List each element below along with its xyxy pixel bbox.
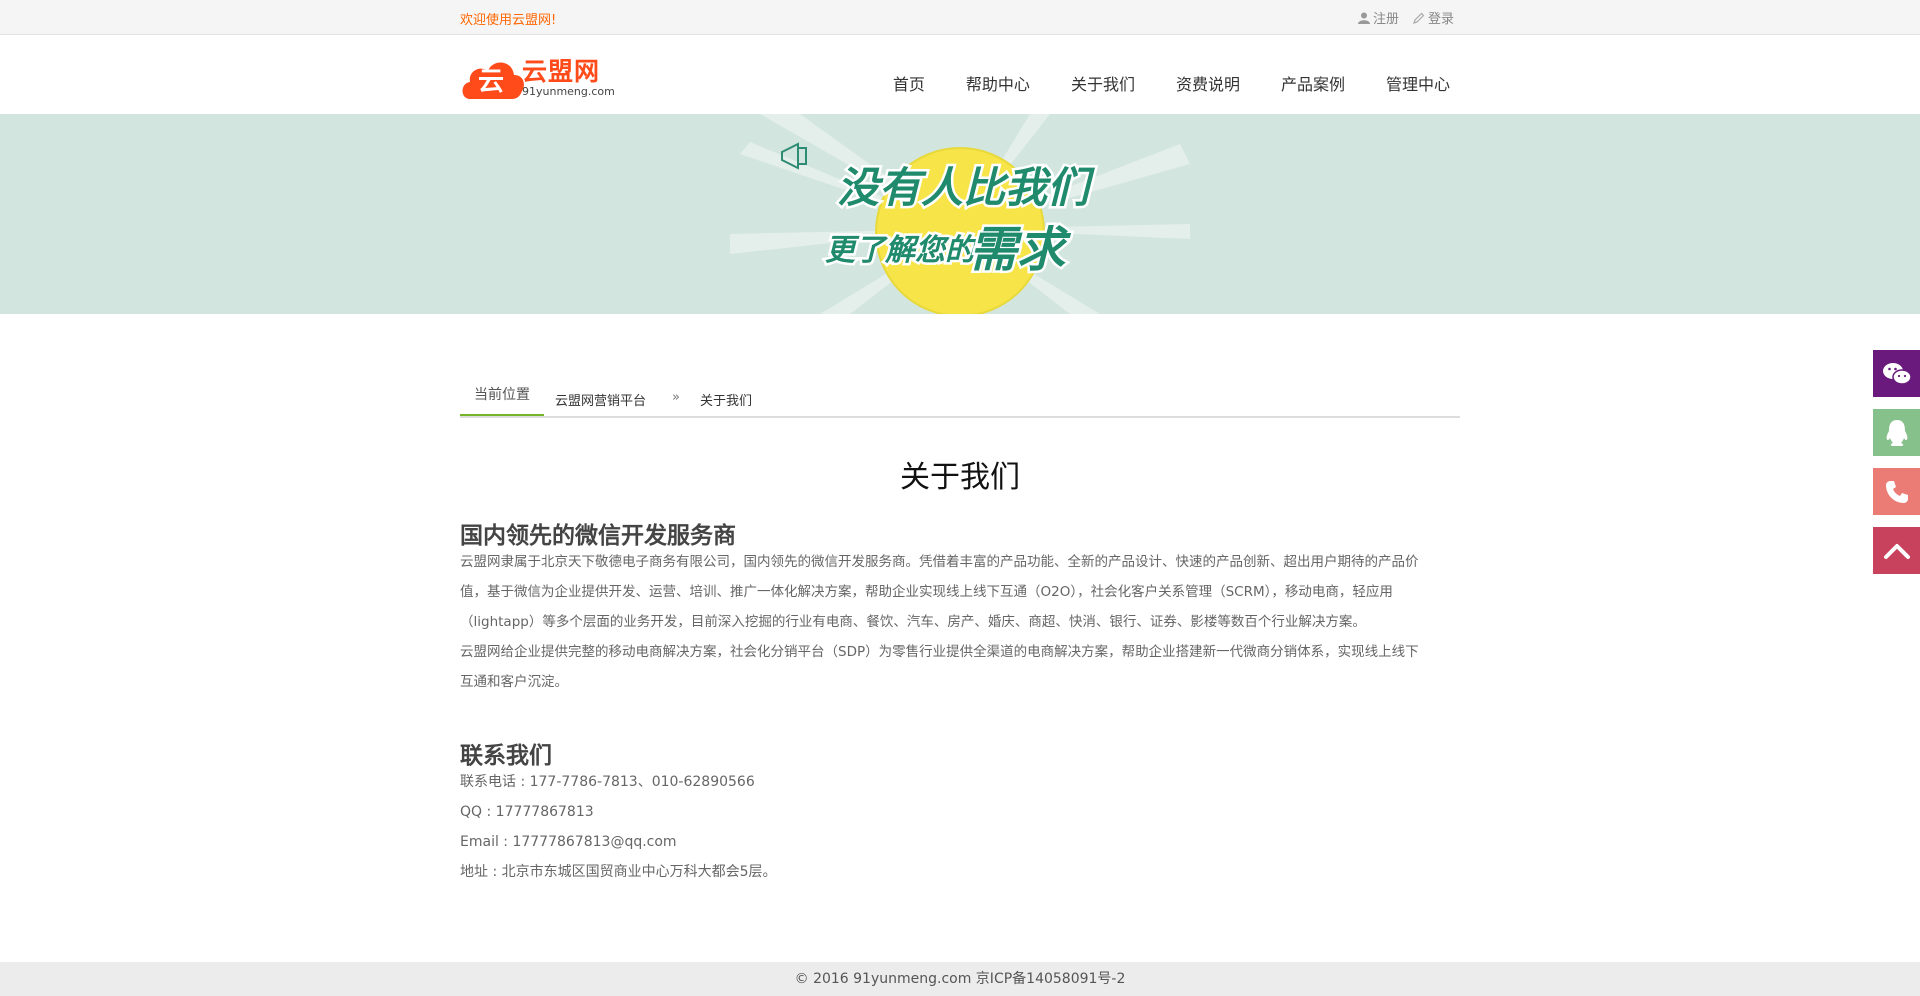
intro-line-3: （lightapp）等多个层面的业务开发，目前深入挖掘的行业有电商、餐饮、汽车、…: [460, 614, 1366, 630]
wechat-icon: [1882, 362, 1912, 385]
banner-line2b: 需求: [969, 222, 1072, 278]
contact-phone: 联系电话 : 177-7786-7813、010-62890566: [460, 774, 755, 790]
cloud-logo-icon: 云: [460, 55, 526, 99]
banner-art: 没有人比我们 更了解您的 需求: [730, 114, 1190, 314]
hero-banner: 没有人比我们 更了解您的 需求: [0, 114, 1920, 314]
contact-email: Email : 17777867813@qq.com: [460, 834, 677, 850]
intro-line-1: 云盟网隶属于北京天下敬德电子商务有限公司，国内领先的微信开发服务商。凭借着丰富的…: [460, 554, 1419, 570]
login-link[interactable]: 登录: [1413, 8, 1454, 27]
breadcrumb-separator: »: [672, 390, 680, 405]
register-label: 注册: [1372, 12, 1399, 27]
top-links: 注册 登录: [1357, 8, 1454, 27]
side-back-to-top-button[interactable]: [1873, 527, 1920, 574]
section-heading-contact: 联系我们: [460, 743, 552, 769]
contact-info: 联系电话 : 177-7786-7813、010-62890566 QQ : 1…: [460, 767, 1460, 887]
back-to-top-icon: [1883, 543, 1910, 559]
logo-domain: 91yunmeng.com: [522, 84, 615, 98]
contact-qq: QQ : 17777867813: [460, 804, 594, 820]
qq-icon: [1886, 419, 1907, 446]
phone-icon: [1885, 480, 1908, 503]
welcome-text: 欢迎使用云盟网!: [460, 13, 557, 28]
intro-line-2: 值，基于微信为企业提供开发、运营、培训、推广一体化解决方案，帮助企业实现线上线下…: [460, 584, 1393, 600]
breadcrumb-current: 关于我们: [700, 394, 753, 409]
register-link[interactable]: 注册: [1357, 8, 1399, 27]
user-icon: [1357, 12, 1370, 24]
contact-address: 地址 : 北京市东城区国贸商业中心万科大都会5层。: [460, 864, 777, 880]
breadcrumb-home-link[interactable]: 云盟网营销平台: [555, 390, 646, 409]
side-phone-button[interactable]: [1873, 468, 1920, 515]
header: 云 云盟网 91yunmeng.com 首页 帮助中心 关于我们 资费说明 产品…: [0, 35, 1920, 114]
nav-help[interactable]: 帮助中心: [966, 71, 1030, 95]
logo-glyph: 云: [478, 67, 505, 97]
footer: © 2016 91yunmeng.com 京ICP备14058091号-2: [0, 962, 1920, 996]
breadcrumb-current-label: 当前位置: [460, 380, 544, 416]
nav-admin[interactable]: 管理中心: [1386, 71, 1450, 95]
nav-about[interactable]: 关于我们: [1071, 71, 1135, 95]
logo-name: 云盟网: [522, 56, 601, 86]
page-title: 关于我们: [900, 460, 1020, 495]
nav-cases[interactable]: 产品案例: [1281, 71, 1345, 95]
intro-line-5: 互通和客户沉淀。: [460, 674, 568, 690]
banner-line1: 没有人比我们: [837, 163, 1095, 212]
main-nav: 首页 帮助中心 关于我们 资费说明 产品案例 管理中心: [852, 71, 1450, 95]
breadcrumb: 当前位置 云盟网营销平台 » 关于我们: [460, 380, 1460, 418]
side-wechat-button[interactable]: [1873, 350, 1920, 397]
top-bar: 欢迎使用云盟网! 注册 登录: [0, 0, 1920, 35]
side-qq-button[interactable]: [1873, 409, 1920, 456]
pencil-icon: [1413, 12, 1425, 24]
intro-paragraph: 云盟网隶属于北京天下敬德电子商务有限公司，国内领先的微信开发服务商。凭借着丰富的…: [460, 547, 1460, 697]
nav-pricing[interactable]: 资费说明: [1176, 71, 1240, 95]
banner-line2a: 更了解您的: [825, 233, 979, 268]
main-content: 当前位置 云盟网营销平台 » 关于我们 关于我们 国内领先的微信开发服务商 云盟…: [460, 314, 1460, 880]
section-heading-intro: 国内领先的微信开发服务商: [460, 523, 736, 549]
nav-home[interactable]: 首页: [893, 71, 925, 95]
logo[interactable]: 云 云盟网 91yunmeng.com: [460, 55, 615, 99]
intro-line-4: 云盟网给企业提供完整的移动电商解决方案，社会化分销平台（SDP）为零售行业提供全…: [460, 644, 1419, 660]
login-label: 登录: [1427, 12, 1454, 27]
